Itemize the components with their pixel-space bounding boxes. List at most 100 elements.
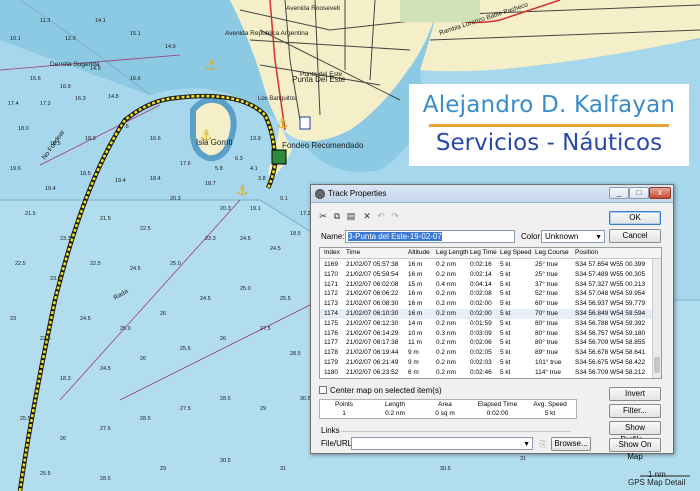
file-url-input[interactable]: ▼ bbox=[351, 437, 533, 450]
column-header[interactable]: Index bbox=[324, 249, 340, 256]
show-on-map-button[interactable]: Show On Map bbox=[609, 438, 661, 461]
table-cell: 80° true bbox=[535, 339, 558, 347]
stat-header: Length bbox=[385, 401, 405, 408]
table-row[interactable]: 1173 21/02/07 06:08:30 16 m 0.2 nm 0:02:00 5 … bbox=[320, 299, 653, 309]
table-row[interactable]: 1176 21/02/07 06:14:29 10 m 0.3 nm 0:03:09 5 … bbox=[320, 329, 653, 339]
cancel-button[interactable]: Cancel bbox=[609, 229, 661, 243]
column-header[interactable]: Leg Course bbox=[535, 249, 569, 256]
table-row[interactable]: 1175 21/02/07 06:12:30 14 m 0.2 nm 0:01:59 5 … bbox=[320, 319, 653, 329]
name-input[interactable]: 3-Punta del Este-19-02-07 bbox=[345, 230, 515, 243]
table-cell: 21/02/07 06:02:08 bbox=[346, 280, 399, 288]
svg-text:23.3: 23.3 bbox=[60, 236, 71, 242]
table-cell: 11 m bbox=[408, 339, 422, 347]
table-row[interactable]: 1170 21/02/07 05:59:54 16 m 0.2 nm 0:02:14 5 … bbox=[320, 270, 653, 280]
table-cell: 5 kt bbox=[500, 368, 511, 376]
table-row[interactable]: 1169 21/02/07 05:57:38 16 m 0.2 nm 0:02:16 5 … bbox=[320, 260, 653, 270]
svg-text:⚓: ⚓ bbox=[236, 183, 249, 199]
column-header[interactable]: Leg Speed bbox=[500, 249, 531, 256]
cut-icon[interactable]: ✂ bbox=[317, 210, 329, 222]
table-cell: 0:02:46 bbox=[470, 368, 492, 376]
table-cell: S34 56.709 W54 58.855 bbox=[575, 339, 646, 347]
show-profile-button[interactable]: Show Profile... bbox=[609, 421, 661, 444]
filter-button[interactable]: Filter... bbox=[609, 404, 661, 418]
table-cell: 16 m bbox=[408, 270, 423, 278]
table-row[interactable]: 1171 21/02/07 06:02:08 15 m 0.4 nm 0:04:14 5 … bbox=[320, 280, 653, 290]
scrollbar-thumb[interactable] bbox=[654, 357, 660, 373]
svg-text:Punta del Este: Punta del Este bbox=[300, 71, 343, 78]
color-label: Color: bbox=[521, 232, 543, 241]
svg-text:17.6: 17.6 bbox=[118, 124, 129, 130]
table-row[interactable]: 1178 21/02/07 06:19:44 9 m 0.2 nm 0:02:05 5 k… bbox=[320, 348, 653, 358]
svg-text:Isla Gorriti: Isla Gorriti bbox=[196, 138, 233, 147]
copy-icon[interactable]: ⧉ bbox=[331, 210, 343, 222]
table-row[interactable]: 1174 21/02/07 06:10:30 16 m 0.2 nm 0:02:00 5 … bbox=[320, 309, 653, 319]
maximize-button[interactable]: □ bbox=[629, 187, 649, 199]
svg-text:26: 26 bbox=[220, 336, 226, 342]
table-cell: 80° true bbox=[535, 319, 558, 327]
column-header[interactable]: Altitude bbox=[408, 249, 430, 256]
table-cell: S34 57.327 W55 00.213 bbox=[575, 280, 646, 288]
stat-header: Elapsed Time bbox=[477, 401, 518, 408]
table-cell: 60° true bbox=[535, 300, 558, 308]
svg-text:31: 31 bbox=[280, 466, 286, 472]
column-header[interactable]: Position bbox=[575, 249, 598, 256]
table-cell: S34 56.849 W54 59.594 bbox=[575, 310, 646, 317]
column-header[interactable]: Leg Length bbox=[436, 249, 469, 256]
table-cell: 25° true bbox=[535, 261, 558, 268]
close-button[interactable]: x bbox=[649, 187, 671, 199]
logo-name: Alejandro D. Kalfayan bbox=[422, 92, 676, 118]
redo-icon[interactable]: ↷ bbox=[389, 210, 401, 222]
browse-button[interactable]: Browse... bbox=[551, 437, 591, 451]
table-cell: 0.2 nm bbox=[436, 368, 456, 376]
stat-value: 5 kt bbox=[544, 410, 556, 417]
table-cell: 5 kt bbox=[500, 310, 511, 317]
undo-icon[interactable]: ↶ bbox=[375, 210, 387, 222]
svg-text:28.5: 28.5 bbox=[140, 416, 151, 422]
svg-text:25.0: 25.0 bbox=[120, 326, 131, 332]
table-row[interactable]: 1172 21/02/07 06:06:22 16 m 0.2 nm 0:02:08 5 … bbox=[320, 289, 653, 299]
svg-text:17.2: 17.2 bbox=[40, 101, 51, 107]
stat-value: 0 sq m bbox=[435, 410, 455, 417]
table-cell: 0.2 nm bbox=[436, 290, 456, 298]
table-cell: 0:01:59 bbox=[470, 319, 492, 327]
table-cell: 0:02:00 bbox=[470, 300, 492, 308]
column-header[interactable]: Time bbox=[346, 249, 360, 256]
table-cell: 21/02/07 06:23:52 bbox=[346, 368, 399, 376]
chevron-down-icon: ▼ bbox=[595, 234, 602, 241]
table-cell: 1173 bbox=[324, 300, 338, 308]
svg-text:18.5: 18.5 bbox=[290, 231, 301, 237]
table-cell: 5 kt bbox=[500, 339, 511, 347]
color-select[interactable]: Unknown ▼ bbox=[541, 230, 605, 243]
table-cell: S34 57.654 W55 00.399 bbox=[575, 261, 646, 268]
svg-text:28.5: 28.5 bbox=[100, 476, 111, 482]
svg-text:24.5: 24.5 bbox=[100, 366, 111, 372]
ok-button[interactable]: OK bbox=[609, 211, 661, 225]
svg-text:14.1: 14.1 bbox=[95, 18, 106, 24]
delete-icon[interactable]: ✕ bbox=[361, 210, 373, 222]
table-cell: 5 kt bbox=[500, 261, 511, 268]
invert-button[interactable]: Invert bbox=[609, 387, 661, 401]
logo-subtitle: Servicios - Náuticos bbox=[435, 130, 663, 156]
center-map-checkbox[interactable] bbox=[319, 386, 327, 394]
svg-text:18.7: 18.7 bbox=[205, 181, 216, 187]
table-cell: 1174 bbox=[324, 310, 338, 317]
table-scrollbar[interactable] bbox=[652, 259, 661, 378]
svg-text:29: 29 bbox=[160, 466, 166, 472]
svg-text:Avenida Roosevelt: Avenida Roosevelt bbox=[286, 5, 340, 12]
app-icon bbox=[315, 189, 325, 199]
dialog-titlebar[interactable]: Track Properties _ □ x bbox=[311, 185, 673, 203]
table-row[interactable]: 1180 21/02/07 06:23:52 6 m 0.2 nm 0:02:46 5 k… bbox=[320, 368, 653, 378]
column-header[interactable]: Leg Time bbox=[470, 249, 497, 256]
svg-text:20.3: 20.3 bbox=[220, 206, 231, 212]
table-cell: 21/02/07 06:17:38 bbox=[346, 339, 399, 347]
paste-icon[interactable]: ▤ bbox=[345, 210, 357, 222]
track-points-table[interactable]: Index Time Altitude Leg Length Leg Time … bbox=[319, 247, 662, 379]
table-cell: 0:04:14 bbox=[470, 280, 492, 288]
links-label: Links bbox=[321, 426, 340, 435]
minimize-button[interactable]: _ bbox=[609, 187, 629, 199]
table-row[interactable]: 1177 21/02/07 06:17:38 11 m 0.2 nm 0:02:06 5 … bbox=[320, 338, 653, 348]
table-row[interactable]: 1179 21/02/07 06:21:49 9 m 0.2 nm 0:02:03 5 k… bbox=[320, 358, 653, 368]
link-icon[interactable]: ⎘ bbox=[537, 438, 549, 450]
table-cell: 70° true bbox=[535, 310, 558, 317]
svg-text:21.5: 21.5 bbox=[100, 216, 111, 222]
